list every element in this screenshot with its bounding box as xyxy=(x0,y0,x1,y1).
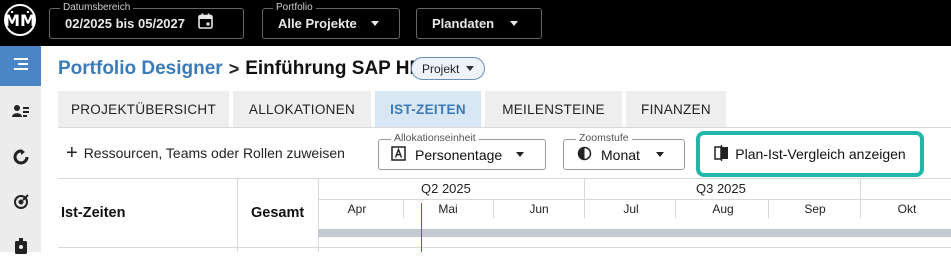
zoom-level-legend: Zoomstufe xyxy=(576,132,632,145)
refresh-cycle-icon xyxy=(13,148,29,170)
chevron-down-icon xyxy=(655,152,664,157)
date-range-value: 02/2025 bis 05/2027 xyxy=(65,16,185,31)
app-logo[interactable]: ṀṀ xyxy=(4,4,36,36)
portfolio-select[interactable]: Portfolio Alle Projekte xyxy=(262,2,400,39)
today-marker xyxy=(421,203,422,252)
plus-icon: + xyxy=(66,142,78,164)
allocation-unit-legend: Allokationseinheit xyxy=(391,132,479,145)
quarter-row-border xyxy=(318,199,951,200)
plan-ist-compare-highlight: Plan-Ist-Vergleich anzeigen xyxy=(696,131,924,177)
column-header-ist-zeiten[interactable]: Ist-Zeiten xyxy=(61,205,125,221)
chevron-down-icon xyxy=(370,21,379,26)
month-label: Sep xyxy=(804,202,826,216)
quarter-label: Q3 2025 xyxy=(696,181,746,196)
quarter-label: Q2 2025 xyxy=(421,181,471,196)
sidebar-item-goals[interactable] xyxy=(0,184,41,224)
tab-meilensteine[interactable]: MEILENSTEINE xyxy=(485,91,622,127)
assign-resources-label: Ressourcen, Teams oder Rollen zuweisen xyxy=(83,145,345,161)
month-label: Jun xyxy=(529,202,549,216)
month-divider xyxy=(675,199,676,218)
quarter-divider xyxy=(584,178,585,218)
zoom-level-select[interactable]: Zoomstufe Monat xyxy=(563,132,685,170)
portfolio-legend: Portfolio xyxy=(273,2,316,14)
breadcrumb-separator: > xyxy=(228,58,240,79)
column-header-gesamt[interactable]: Gesamt xyxy=(251,205,304,221)
tab-bar: PROJEKTÜBERSICHT ALLOKATIONEN IST-ZEITEN… xyxy=(58,91,726,127)
tab-allokationen[interactable]: ALLOKATIONEN xyxy=(233,91,371,127)
allocation-unit-value: Personentage xyxy=(415,146,503,163)
grid-timeline-divider xyxy=(318,178,319,252)
data-mode-value: Plandaten xyxy=(432,16,495,31)
data-mode-select[interactable]: Plandaten xyxy=(416,8,542,39)
month-label: Apr xyxy=(347,202,367,216)
assign-resources-button[interactable]: + Ressourcen, Teams oder Rollen zuweisen xyxy=(66,142,345,164)
portfolio-value: Alle Projekte xyxy=(278,16,357,31)
zoom-level-value: Monat xyxy=(601,146,640,163)
project-type-chip[interactable]: Projekt xyxy=(411,57,486,80)
date-range-field[interactable]: Datumsbereich 02/2025 bis 05/2027 xyxy=(49,2,244,39)
month-label: Okt xyxy=(897,202,917,216)
date-range-legend: Datumsbereich xyxy=(60,2,134,14)
month-label: Aug xyxy=(712,202,734,216)
chevron-down-icon xyxy=(516,152,525,157)
allocation-unit-select[interactable]: Allokationseinheit Personentage xyxy=(378,132,546,170)
tab-finanzen[interactable]: FINANZEN xyxy=(626,91,726,127)
chevron-down-icon xyxy=(466,66,475,71)
top-bar: ṀṀ Datumsbereich 02/2025 bis 05/2027 Por… xyxy=(0,0,951,46)
timeline-band xyxy=(318,229,951,237)
chevron-down-icon xyxy=(510,21,519,26)
letter-a-box-icon xyxy=(391,145,406,164)
compare-document-icon xyxy=(714,144,729,164)
half-moon-icon xyxy=(577,146,592,164)
sidebar-item-cycle[interactable] xyxy=(0,139,41,179)
breadcrumb: Portfolio Designer > Einführung SAP HR xyxy=(58,58,423,80)
calendar-icon[interactable] xyxy=(198,13,213,34)
month-label: Jul xyxy=(623,202,639,216)
plan-ist-compare-button[interactable]: Plan-Ist-Vergleich anzeigen xyxy=(714,144,906,164)
menu-lines-icon xyxy=(13,57,29,76)
target-check-icon xyxy=(13,193,29,215)
tab-underline xyxy=(58,127,951,128)
project-type-label: Projekt xyxy=(422,61,460,76)
grid-header-bottom xyxy=(58,247,951,248)
sidebar-item-badge[interactable] xyxy=(0,228,41,268)
badge-icon xyxy=(14,237,28,259)
tab-ist-zeiten[interactable]: IST-ZEITEN xyxy=(375,91,481,127)
month-divider xyxy=(403,199,404,218)
grid-col-divider xyxy=(237,178,238,252)
month-divider xyxy=(768,199,769,218)
people-list-icon xyxy=(11,104,30,123)
sidebar-item-menu[interactable] xyxy=(0,46,41,86)
breadcrumb-portfolio-designer[interactable]: Portfolio Designer xyxy=(58,58,223,80)
page-title: Einführung SAP HR xyxy=(245,58,424,79)
sidebar xyxy=(0,46,41,254)
grid-top-border xyxy=(58,178,951,179)
tab-projektuebersicht[interactable]: PROJEKTÜBERSICHT xyxy=(58,91,229,127)
month-label: Mai xyxy=(438,202,458,216)
plan-ist-compare-label: Plan-Ist-Vergleich anzeigen xyxy=(735,146,906,162)
quarter-divider xyxy=(860,178,861,218)
month-divider xyxy=(493,199,494,218)
sidebar-item-people[interactable] xyxy=(0,93,41,133)
